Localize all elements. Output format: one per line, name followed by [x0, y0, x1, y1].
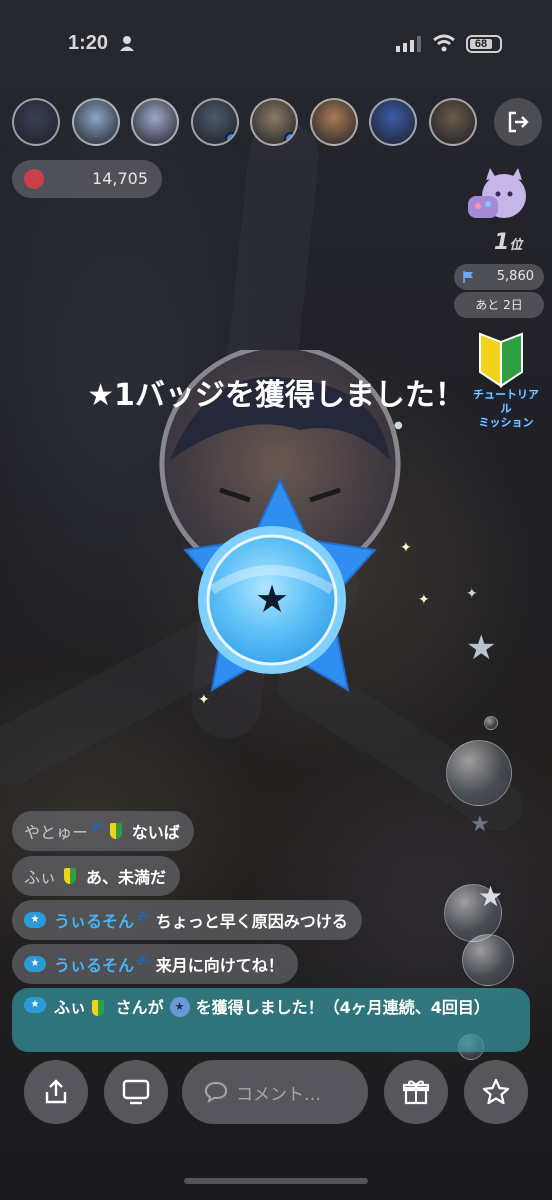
- badge-earned-title: ★1バッジを獲得しました！: [87, 378, 465, 413]
- rank-points-pill[interactable]: 5,860: [454, 264, 544, 290]
- badge-mini-icon: [169, 997, 190, 1017]
- chat-text: ちょっと早く原因みつける: [155, 912, 348, 931]
- chat-username: やとゅー: [24, 823, 89, 842]
- floating-star-icon: ★: [478, 880, 504, 913]
- flag-icon: [463, 271, 473, 283]
- rank-number: 1: [494, 230, 510, 255]
- sparkle-icon: ●: [394, 420, 403, 431]
- viewer-avatar[interactable]: [250, 98, 298, 146]
- sparkle-icon: ✦: [466, 586, 478, 602]
- signal-icon: [396, 36, 421, 52]
- screen-button[interactable]: [104, 1060, 168, 1124]
- sleep-icon: 💤: [136, 953, 150, 967]
- bubble: [484, 716, 498, 730]
- beginner-mark-icon: [64, 868, 77, 884]
- chat-message[interactable]: うぃるそん💤 来月に向けてね！: [12, 944, 298, 984]
- screen-icon: [122, 1079, 150, 1105]
- viewer-avatar[interactable]: [369, 98, 417, 146]
- comment-placeholder: コメント…: [236, 1084, 321, 1105]
- chat-text: あ、未満だ: [86, 868, 167, 887]
- sleep-icon: 💤: [136, 909, 150, 923]
- star-chip-icon: [24, 997, 46, 1013]
- chat-text: ないば: [131, 823, 180, 842]
- viewer-avatar[interactable]: [428, 98, 477, 146]
- score-value: 14,705: [92, 169, 148, 188]
- status-time: 1:20: [68, 32, 109, 54]
- star-button[interactable]: [464, 1060, 528, 1124]
- beginner-mark-icon: [92, 1000, 105, 1016]
- svg-text:★: ★: [255, 577, 289, 621]
- exit-icon: [508, 111, 529, 133]
- person-icon: [120, 36, 134, 51]
- ranking-mascot-icon[interactable]: [460, 166, 532, 232]
- flame-icon: [24, 169, 44, 189]
- viewer-avatar[interactable]: [131, 98, 179, 146]
- chat-message[interactable]: ふぃ あ、未満だ: [12, 856, 181, 896]
- gift-icon: [402, 1080, 430, 1105]
- gift-button[interactable]: [384, 1060, 448, 1124]
- wifi-icon: [433, 34, 455, 52]
- chat-username: うぃるそん: [54, 956, 135, 975]
- comment-input[interactable]: コメント…: [182, 1060, 368, 1124]
- rank-days-remaining: あと 2日: [454, 292, 544, 318]
- star-chip-icon: [24, 956, 46, 972]
- sleep-icon: 💤: [90, 820, 104, 834]
- sparkle-icon: ✦: [418, 592, 430, 608]
- chat-username: ふぃ: [24, 868, 57, 887]
- viewer-avatar[interactable]: [12, 98, 60, 146]
- notice-end: を獲得しました！（4ヶ月連続、4回目）: [195, 998, 490, 1017]
- sparkle-icon: ✦: [400, 540, 412, 556]
- home-indicator: [184, 1178, 368, 1184]
- star-outline-icon: [482, 1078, 510, 1105]
- sparkle-icon: ✦: [198, 692, 210, 708]
- viewer-avatar[interactable]: [71, 98, 120, 146]
- beginner-mark-icon: [109, 823, 122, 839]
- battery-level: 68: [470, 39, 492, 50]
- viewer-avatar[interactable]: [309, 98, 358, 146]
- rank-position: 1位: [494, 230, 522, 255]
- rank-suffix: 位: [509, 238, 523, 253]
- notice-mid: さんが: [115, 998, 164, 1017]
- mission-label-line2: ミッション: [478, 416, 534, 429]
- battery-icon: 68: [466, 35, 502, 53]
- chat-text: 来月に向けてね！: [155, 956, 284, 975]
- status-bar: 1:20 68: [0, 0, 552, 80]
- exit-button[interactable]: [494, 98, 542, 146]
- notice-name: ふぃ: [54, 998, 87, 1017]
- bubble: [462, 934, 514, 986]
- floating-star-icon: ★: [470, 812, 490, 837]
- viewer-avatar[interactable]: [190, 98, 239, 146]
- speech-bubble-icon: [204, 1081, 228, 1104]
- floating-star-icon: ★: [466, 628, 497, 668]
- share-button[interactable]: [24, 1060, 88, 1124]
- chat-message[interactable]: うぃるそん💤 ちょっと早く原因みつける: [12, 900, 362, 940]
- star-chip-icon: [24, 912, 46, 928]
- chat-message[interactable]: やとゅー 💤 ないば: [12, 811, 194, 851]
- score-pill[interactable]: 14,705: [12, 160, 162, 198]
- rank-points-value: 5,860: [496, 269, 534, 284]
- share-icon: [45, 1079, 67, 1104]
- verified-check-icon: [284, 132, 296, 144]
- verified-check-icon: [224, 132, 237, 144]
- chat-username: うぃるそん: [54, 912, 135, 931]
- badge-notice: ふぃ さんが を獲得しました！（4ヶ月連続、4回目）: [12, 988, 530, 1052]
- bubble: [446, 740, 512, 806]
